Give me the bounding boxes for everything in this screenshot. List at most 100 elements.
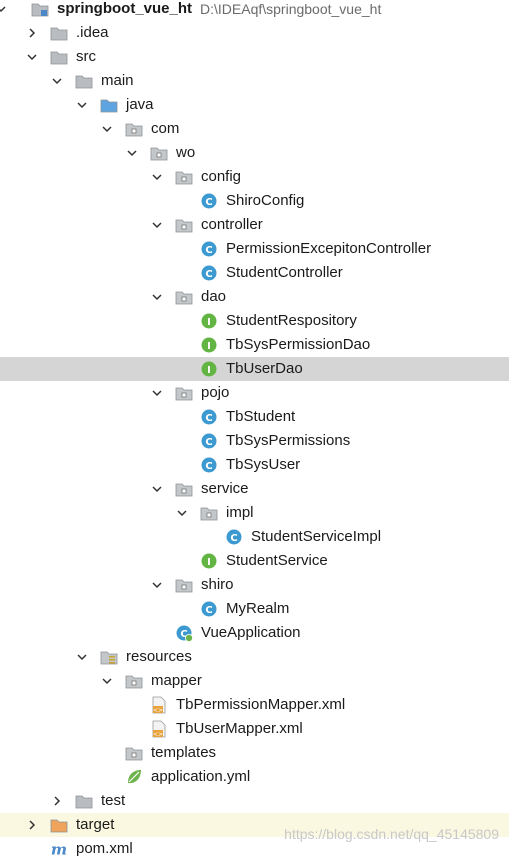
tree-item-studsvcimpl[interactable]: C StudentServiceImpl — [0, 525, 509, 549]
tree-item-label: impl — [226, 504, 254, 521]
tree-item-controller[interactable]: controller — [0, 213, 509, 237]
svg-text:C: C — [205, 437, 212, 448]
tree-item-label: resources — [126, 648, 192, 665]
tree-item-permctrl[interactable]: C PermissionExcepitonController — [0, 237, 509, 261]
tree-item-label: TbSysPermissionDao — [226, 336, 371, 353]
tree-item-label: java — [126, 96, 154, 113]
tree-item-dao[interactable]: dao — [0, 285, 509, 309]
tree-item-impl[interactable]: impl — [0, 501, 509, 525]
chevron-down-icon[interactable] — [150, 218, 164, 232]
chevron-right-icon[interactable] — [25, 818, 39, 832]
tree-item-label: TbStudent — [226, 408, 296, 425]
tree-item-config[interactable]: config — [0, 165, 509, 189]
chevron-right-icon[interactable] — [25, 26, 39, 40]
tree-item-label: TbPermissionMapper.xml — [176, 696, 346, 713]
spring-boot-class-icon: C — [175, 624, 193, 642]
chevron-down-icon[interactable] — [100, 674, 114, 688]
resources-folder-icon — [100, 648, 118, 666]
chevron-down-icon[interactable] — [50, 74, 64, 88]
tree-item-label: TbSysPermissions — [226, 432, 351, 449]
chevron-down-icon[interactable] — [75, 98, 89, 112]
tree-item-pojo[interactable]: pojo — [0, 381, 509, 405]
tree-item-service[interactable]: service — [0, 477, 509, 501]
svg-text:C: C — [205, 413, 212, 424]
tree-item-vueapp[interactable]: C VueApplication — [0, 621, 509, 645]
tree-item-label: wo — [176, 144, 196, 161]
chevron-down-icon[interactable] — [150, 170, 164, 184]
chevron-down-icon[interactable] — [75, 650, 89, 664]
interface-icon: I — [200, 552, 218, 570]
class-icon: C — [200, 264, 218, 282]
tree-item-permdao[interactable]: I TbSysPermissionDao — [0, 333, 509, 357]
svg-text:I: I — [207, 317, 211, 328]
tree-item-label: .idea — [76, 24, 109, 41]
project-tree: springboot_vue_ht D:\IDEAqf\springboot_vu… — [0, 0, 509, 858]
package-icon — [125, 744, 143, 762]
tree-item-userdao[interactable]: I TbUserDao — [0, 357, 509, 381]
tree-item-shiro[interactable]: shiro — [0, 573, 509, 597]
tree-item-label: config — [201, 168, 242, 185]
watermark: https://blog.csdn.net/qq_45145809 — [284, 826, 499, 842]
folder-icon — [75, 792, 93, 810]
tree-item-tbsysperm[interactable]: C TbSysPermissions — [0, 429, 509, 453]
tree-item-tbsysuser[interactable]: C TbSysUser — [0, 453, 509, 477]
tree-item-src[interactable]: src — [0, 45, 509, 69]
tree-item-usermapper[interactable]: <> TbUserMapper.xml — [0, 717, 509, 741]
tree-item-label: TbSysUser — [226, 456, 301, 473]
tree-item-com[interactable]: com — [0, 117, 509, 141]
project-folder-icon — [31, 0, 49, 18]
tree-item-idea[interactable]: .idea — [0, 21, 509, 45]
tree-item-label: pom.xml — [76, 840, 133, 857]
tree-item-test[interactable]: test — [0, 789, 509, 813]
tree-item-shiroconfig[interactable]: C ShiroConfig — [0, 189, 509, 213]
tree-item-label: MyRealm — [226, 600, 290, 617]
tree-item-studrepo[interactable]: I StudentRespository — [0, 309, 509, 333]
class-icon: C — [200, 192, 218, 210]
tree-item-label: TbUserDao — [226, 360, 303, 377]
tree-item-appyml[interactable]: application.yml — [0, 765, 509, 789]
tree-item-tbstudent[interactable]: C TbStudent — [0, 405, 509, 429]
svg-text:C: C — [205, 269, 212, 280]
source-folder-icon — [100, 96, 118, 114]
tree-item-permmapper[interactable]: <> TbPermissionMapper.xml — [0, 693, 509, 717]
xml-file-icon: <> — [150, 720, 168, 738]
tree-item-root[interactable]: springboot_vue_ht D:\IDEAqf\springboot_vu… — [0, 0, 509, 21]
tree-item-label: controller — [201, 216, 263, 233]
tree-item-java[interactable]: java — [0, 93, 509, 117]
package-icon — [175, 384, 193, 402]
spring-yml-icon — [125, 768, 143, 786]
tree-item-resources[interactable]: resources — [0, 645, 509, 669]
package-icon — [175, 168, 193, 186]
tree-item-label: PermissionExcepitonController — [226, 240, 432, 257]
svg-text:<>: <> — [153, 707, 163, 714]
svg-text:C: C — [205, 197, 212, 208]
chevron-down-icon[interactable] — [150, 578, 164, 592]
project-path: D:\IDEAqf\springboot_vue_ht — [200, 1, 382, 17]
package-icon — [150, 144, 168, 162]
chevron-down-icon[interactable] — [150, 290, 164, 304]
tree-item-main[interactable]: main — [0, 69, 509, 93]
chevron-down-icon[interactable] — [150, 386, 164, 400]
tree-item-label: templates — [151, 744, 217, 761]
tree-item-label: dao — [201, 288, 227, 305]
chevron-down-icon[interactable] — [0, 2, 8, 16]
chevron-down-icon[interactable] — [125, 146, 139, 160]
tree-item-studsvc[interactable]: I StudentService — [0, 549, 509, 573]
svg-text:C: C — [205, 245, 212, 256]
folder-icon — [75, 72, 93, 90]
chevron-right-icon[interactable] — [50, 794, 64, 808]
package-icon — [125, 672, 143, 690]
chevron-down-icon[interactable] — [175, 506, 189, 520]
chevron-down-icon[interactable] — [150, 482, 164, 496]
tree-item-mapper[interactable]: mapper — [0, 669, 509, 693]
package-icon — [175, 216, 193, 234]
tree-item-studctrl[interactable]: C StudentController — [0, 261, 509, 285]
svg-text:<>: <> — [153, 731, 163, 738]
tree-item-templates[interactable]: templates — [0, 741, 509, 765]
chevron-down-icon[interactable] — [100, 122, 114, 136]
tree-item-wo[interactable]: wo — [0, 141, 509, 165]
chevron-down-icon[interactable] — [25, 50, 39, 64]
tree-item-label: main — [101, 72, 134, 89]
tree-item-myrealm[interactable]: C MyRealm — [0, 597, 509, 621]
xml-file-icon: <> — [150, 696, 168, 714]
